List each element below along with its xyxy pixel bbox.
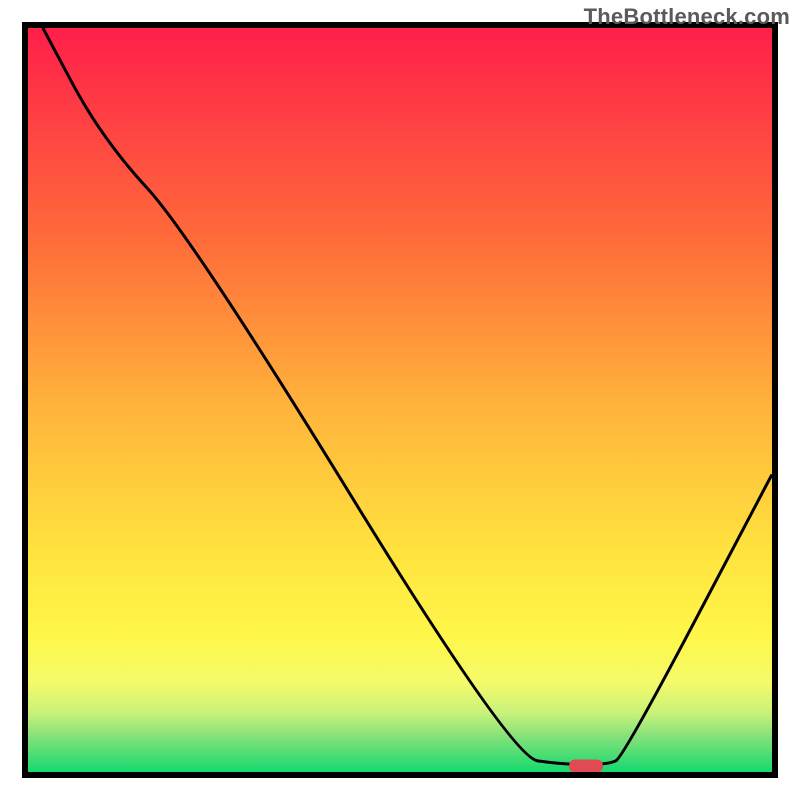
optimal-point-marker [569, 760, 603, 773]
plot-area [28, 28, 772, 773]
chart-svg [0, 0, 800, 800]
gradient-background [28, 28, 772, 772]
watermark-text: TheBottleneck.com [584, 4, 790, 30]
chart-container: TheBottleneck.com [0, 0, 800, 800]
